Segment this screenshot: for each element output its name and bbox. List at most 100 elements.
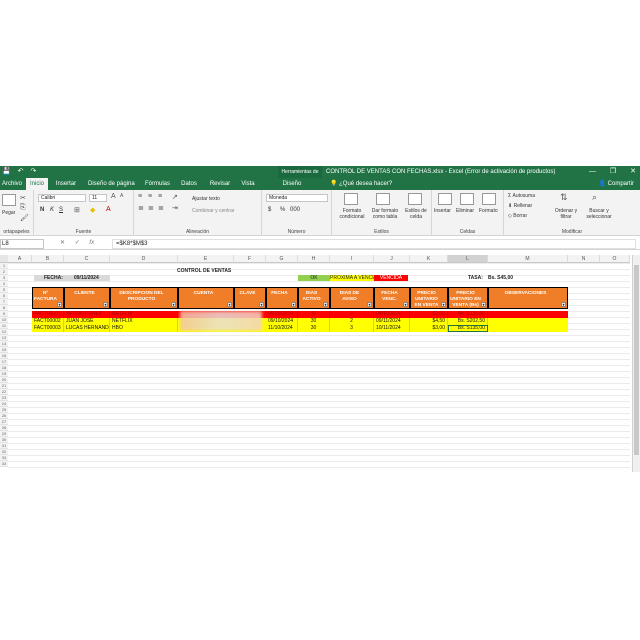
save-icon[interactable]: 💾 [2, 168, 11, 175]
col-header-o[interactable]: O [600, 255, 630, 263]
tab-vista[interactable]: Vista [239, 178, 257, 190]
table-cell-factura[interactable]: FACT00003 [32, 325, 64, 332]
table-cell-producto[interactable]: HBO [110, 325, 178, 332]
table-cell-dias[interactable]: 30 [298, 325, 330, 332]
tell-me-search[interactable]: 💡 ¿Qué desea hacer? [330, 178, 392, 190]
delete-icon[interactable] [460, 193, 474, 205]
table-cell-bs[interactable]: Bs. S202,50 [448, 318, 488, 325]
filter-dropdown-icon[interactable]: ▾ [57, 302, 62, 307]
format-icon[interactable] [482, 193, 496, 205]
table-cell-usd[interactable]: $3,00 [410, 325, 448, 332]
align-right-icon[interactable]: ≣ [158, 204, 164, 212]
col-header-e[interactable]: E [178, 255, 234, 263]
table-cell-factura[interactable]: FACT00002 [32, 318, 64, 325]
orientation-icon[interactable]: ↗ [172, 193, 178, 201]
filter-dropdown-icon[interactable]: ▾ [441, 302, 446, 307]
underline-button[interactable]: S [59, 207, 63, 213]
indent-icon[interactable]: ⇥ [172, 204, 178, 212]
col-header-f[interactable]: F [234, 255, 266, 263]
percent-button[interactable]: % [280, 207, 285, 213]
number-format-select[interactable]: Moneda [266, 194, 328, 202]
table-cell-factura[interactable]: FACT00001 [32, 311, 64, 318]
undo-icon[interactable]: ↶ [18, 168, 24, 175]
tab-revisar[interactable]: Revisar [207, 178, 233, 190]
table-cell-usd[interactable]: $4,50 [410, 318, 448, 325]
filter-dropdown-icon[interactable]: ▾ [323, 302, 328, 307]
col-header-j[interactable]: J [374, 255, 410, 263]
table-cell-aviso[interactable]: 2 [330, 311, 374, 318]
currency-button[interactable]: $ [268, 207, 271, 213]
cut-icon[interactable]: ✂ [20, 194, 26, 202]
row-header[interactable]: 34 [0, 461, 8, 467]
col-header-c[interactable]: C [64, 255, 110, 263]
table-cell-usd[interactable]: $3,00 [410, 311, 448, 318]
paste-icon[interactable] [2, 194, 16, 206]
filter-dropdown-icon[interactable]: ▾ [103, 302, 108, 307]
copy-icon[interactable]: ⎘ [20, 204, 26, 212]
filter-dropdown-icon[interactable]: ▾ [367, 302, 372, 307]
table-cell-cliente[interactable]: JUAN JOSE [64, 318, 110, 325]
table-cell-producto[interactable]: NETFLIX [110, 318, 178, 325]
col-header-i[interactable]: I [330, 255, 374, 263]
maximize-icon[interactable]: ❐ [610, 168, 616, 175]
filter-dropdown-icon[interactable]: ▾ [259, 302, 264, 307]
borders-icon[interactable]: ⊞ [74, 206, 80, 214]
wrap-text-button[interactable]: Ajustar texto [192, 196, 220, 202]
tab-formulas[interactable]: Fórmulas [143, 178, 171, 190]
table-cell-fecha[interactable]: 11/10/2024 [266, 325, 298, 332]
autosum-button[interactable]: Σ Autosuma [508, 193, 535, 199]
col-header-g[interactable]: G [266, 255, 298, 263]
font-name-select[interactable]: Calibri [38, 194, 86, 202]
cancel-icon[interactable]: ✕ [60, 240, 65, 246]
share-button[interactable]: 👤 Compartir [599, 178, 634, 190]
font-color-icon[interactable]: A [106, 206, 111, 213]
tab-archivo[interactable]: Archivo [0, 178, 22, 190]
align-top-icon[interactable]: ≡ [138, 193, 142, 200]
cell-styles-button[interactable]: Estilos de celda [402, 208, 430, 220]
fill-color-icon[interactable]: ◆ [90, 206, 95, 214]
col-header-m[interactable]: M [488, 255, 568, 263]
function-icon[interactable]: fx [89, 240, 94, 246]
tab-diseno-pagina[interactable]: Diseño de página [86, 178, 136, 190]
filter-dropdown-icon[interactable]: ▾ [561, 302, 566, 307]
col-header-d[interactable]: D [110, 255, 178, 263]
formula-input[interactable]: =$K8*$M$3 [112, 239, 636, 249]
vertical-scrollbar[interactable] [632, 255, 640, 472]
cell-styles-icon[interactable] [408, 193, 422, 205]
conditional-format-icon[interactable] [344, 193, 358, 205]
find-select-button[interactable]: Buscar y seleccionar [584, 208, 614, 220]
merge-center-button[interactable]: Combinar y centrar [192, 208, 235, 214]
filter-dropdown-icon[interactable]: ▾ [481, 302, 486, 307]
minimize-icon[interactable]: — [589, 168, 596, 175]
table-cell-dias[interactable]: 30 [298, 318, 330, 325]
insert-icon[interactable] [438, 193, 452, 205]
grow-font-icon[interactable]: A [111, 193, 116, 200]
sort-filter-button[interactable]: Ordenar y filtrar [552, 208, 580, 220]
format-table-icon[interactable] [376, 193, 390, 205]
align-bottom-icon[interactable]: ≡ [158, 193, 162, 200]
italic-button[interactable]: K [50, 207, 54, 213]
tab-inicio[interactable]: Inicio [26, 178, 48, 190]
table-cell-cliente[interactable]: PEDRO PEREZ [64, 311, 110, 318]
format-painter-icon[interactable]: 🖌 [20, 214, 29, 222]
col-header-a[interactable]: A [8, 255, 32, 263]
insert-button[interactable]: Insertar [434, 208, 451, 214]
table-cell-fecha[interactable]: 05/10/2024 [266, 311, 298, 318]
tasa-value[interactable]: Bs. S45,00 [488, 275, 513, 281]
table-cell-bs[interactable]: Bs. S135,00 [448, 311, 488, 318]
col-header-k[interactable]: K [410, 255, 448, 263]
thousands-button[interactable]: 000 [290, 207, 300, 213]
table-cell-dias[interactable]: 30 [298, 311, 330, 318]
table-cell-venc[interactable]: 09/11/2024 [374, 318, 410, 325]
tab-insertar[interactable]: Insertar [53, 178, 79, 190]
table-cell-venc[interactable]: 04/11/2024 [374, 311, 410, 318]
filter-dropdown-icon[interactable]: ▾ [171, 302, 176, 307]
close-icon[interactable]: ✕ [630, 168, 636, 175]
clear-button[interactable]: ◇ Borrar [508, 213, 527, 219]
table-cell-producto[interactable]: NETFLIX [110, 311, 178, 318]
conditional-format-button[interactable]: Formato condicional [336, 208, 368, 220]
fecha-value[interactable]: 09/11/2024 [74, 275, 99, 281]
fill-button[interactable]: ⬇ Rellenar [508, 203, 532, 209]
name-box[interactable]: L8 [0, 239, 44, 249]
table-cell-aviso[interactable]: 2 [330, 318, 374, 325]
